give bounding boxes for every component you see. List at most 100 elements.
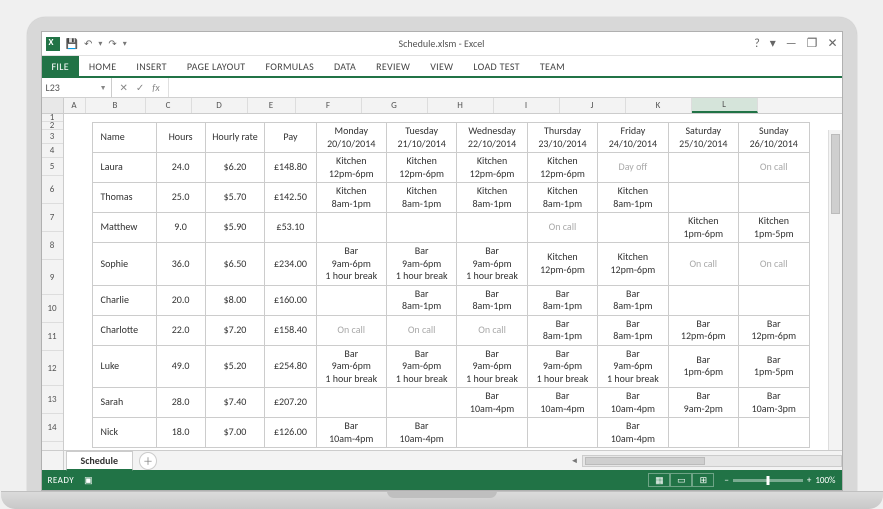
name-box[interactable]: L23 ▼ — [42, 78, 112, 97]
row-header-2[interactable]: 2 — [42, 122, 63, 130]
cell-day-2[interactable]: Bar10am-4pm — [457, 388, 527, 418]
cell-day-1[interactable]: Bar9am-6pm1 hour break — [386, 243, 456, 286]
cell-day-3[interactable] — [527, 418, 597, 448]
col-header-H[interactable]: H — [428, 98, 494, 113]
cell-day-0[interactable]: Bar9am-6pm1 hour break — [316, 345, 386, 388]
cell-hours[interactable]: 25.0 — [156, 183, 205, 213]
col-header-K[interactable]: K — [626, 98, 692, 113]
cell-day-0[interactable]: Bar10am-4pm — [316, 418, 386, 448]
cell-day-3[interactable]: Bar9am-6pm1 hour break — [527, 345, 597, 388]
cell-name[interactable]: Matthew — [92, 213, 156, 243]
zoom-level[interactable]: 100% — [815, 475, 835, 486]
cell-day-0[interactable] — [316, 388, 386, 418]
row-header-4[interactable]: 4 — [42, 144, 63, 158]
normal-view-button[interactable]: ▦ — [648, 473, 670, 487]
name-box-dropdown-icon[interactable]: ▼ — [100, 83, 107, 92]
cell-day-6[interactable]: On call — [738, 243, 809, 286]
zoom-in-icon[interactable]: + — [807, 475, 811, 486]
col-header-G[interactable]: G — [362, 98, 428, 113]
col-header-A[interactable]: A — [64, 98, 86, 113]
tab-insert[interactable]: INSERT — [126, 56, 176, 76]
minimize-button[interactable]: — — [786, 37, 797, 51]
cell-day-3[interactable]: On call — [527, 213, 597, 243]
cell-day-4[interactable]: Bar8am-1pm — [598, 285, 668, 315]
col-header-F[interactable]: F — [296, 98, 362, 113]
ribbon-display-icon[interactable]: ▾ — [770, 36, 776, 51]
cell-day-3[interactable]: Bar8am-1pm — [527, 315, 597, 345]
cell-day-1[interactable]: Bar9am-6pm1 hour break — [386, 345, 456, 388]
undo-dropdown-icon[interactable]: ▾ — [98, 39, 102, 49]
cell-day-6[interactable]: Bar12pm-6pm — [738, 315, 809, 345]
cell-name[interactable]: Thomas — [92, 183, 156, 213]
cell-hours[interactable]: 28.0 — [156, 388, 205, 418]
tab-view[interactable]: VIEW — [420, 56, 463, 76]
col-header-I[interactable]: I — [494, 98, 560, 113]
row-header-7[interactable]: 7 — [42, 204, 63, 232]
cell-day-6[interactable] — [738, 183, 809, 213]
cell-day-4[interactable]: Bar8am-1pm — [598, 315, 668, 345]
new-sheet-button[interactable]: ＋ — [139, 452, 157, 470]
hscroll-left-icon[interactable]: ◄ — [569, 456, 581, 466]
fx-icon[interactable]: fx — [152, 81, 159, 94]
sheet-nav-buttons[interactable] — [42, 451, 64, 470]
col-header-E[interactable]: E — [248, 98, 296, 113]
row-header-8[interactable]: 8 — [42, 232, 63, 260]
cell-day-1[interactable]: Kitchen8am-1pm — [386, 183, 456, 213]
row-header-14[interactable]: 14 — [42, 414, 63, 442]
row-header-11[interactable]: 11 — [42, 323, 63, 351]
cell-day-5[interactable] — [668, 183, 738, 213]
cell-day-6[interactable]: On call — [738, 153, 809, 183]
cell-day-0[interactable]: Kitchen8am-1pm — [316, 183, 386, 213]
qat-customize-icon[interactable]: ▾ — [123, 39, 127, 49]
cell-day-4[interactable]: Bar10am-4pm — [598, 418, 668, 448]
cell-pay[interactable]: £234.00 — [265, 243, 316, 286]
cell-day-1[interactable] — [386, 388, 456, 418]
cell-rate[interactable]: $8.00 — [205, 285, 265, 315]
cell-name[interactable]: Sophie — [92, 243, 156, 286]
cell-pay[interactable]: £53.10 — [265, 213, 316, 243]
cell-day-6[interactable]: Bar10am-3pm — [738, 388, 809, 418]
cell-day-2[interactable]: Kitchen12pm-6pm — [457, 153, 527, 183]
cell-day-2[interactable]: Bar9am-6pm1 hour break — [457, 345, 527, 388]
cell-day-3[interactable]: Kitchen8am-1pm — [527, 183, 597, 213]
tab-formulas[interactable]: FORMULAS — [255, 56, 324, 76]
cell-day-1[interactable]: Bar8am-1pm — [386, 285, 456, 315]
cell-day-5[interactable]: Kitchen1pm-6pm — [668, 213, 738, 243]
cell-hours[interactable]: 20.0 — [156, 285, 205, 315]
restore-button[interactable]: ❐ — [807, 36, 818, 51]
cell-day-0[interactable]: On call — [316, 315, 386, 345]
cell-pay[interactable]: £254.80 — [265, 345, 316, 388]
cell-day-6[interactable] — [738, 418, 809, 448]
cell-hours[interactable]: 18.0 — [156, 418, 205, 448]
row-header-3[interactable]: 3 — [42, 130, 63, 144]
row-header-12[interactable]: 12 — [42, 351, 63, 386]
formula-input[interactable] — [169, 78, 842, 97]
vertical-scrollbar[interactable] — [828, 130, 842, 450]
cell-hours[interactable]: 49.0 — [156, 345, 205, 388]
cell-day-4[interactable]: Bar9am-6pm1 hour break — [598, 345, 668, 388]
sheet-canvas[interactable]: Name Hours Hourly rate Pay Monday20/10/2… — [64, 114, 842, 450]
cell-rate[interactable]: $5.70 — [205, 183, 265, 213]
cell-pay[interactable]: £148.80 — [265, 153, 316, 183]
horizontal-scrollbar[interactable]: ◄ ► — [582, 455, 842, 467]
cell-day-3[interactable]: Kitchen12pm-6pm — [527, 243, 597, 286]
cell-name[interactable]: Charlie — [92, 285, 156, 315]
cell-day-5[interactable]: Bar9am-2pm — [668, 388, 738, 418]
cell-name[interactable]: Laura — [92, 153, 156, 183]
cell-hours[interactable]: 22.0 — [156, 315, 205, 345]
tab-page-layout[interactable]: PAGE LAYOUT — [177, 56, 256, 76]
cell-hours[interactable]: 24.0 — [156, 153, 205, 183]
cell-day-4[interactable]: Kitchen12pm-6pm — [598, 243, 668, 286]
col-header-D[interactable]: D — [192, 98, 248, 113]
cell-rate[interactable]: $5.20 — [205, 345, 265, 388]
cell-day-2[interactable] — [457, 418, 527, 448]
cell-rate[interactable]: $7.40 — [205, 388, 265, 418]
cell-day-2[interactable]: Bar8am-1pm — [457, 285, 527, 315]
cell-day-3[interactable]: Kitchen12pm-6pm — [527, 153, 597, 183]
cell-day-0[interactable]: Kitchen12pm-6pm — [316, 153, 386, 183]
cell-day-5[interactable] — [668, 418, 738, 448]
cell-day-6[interactable]: Bar1pm-5pm — [738, 345, 809, 388]
zoom-slider[interactable] — [733, 479, 803, 482]
zoom-control[interactable]: − + 100% — [724, 475, 835, 486]
cell-day-1[interactable]: Bar10am-4pm — [386, 418, 456, 448]
